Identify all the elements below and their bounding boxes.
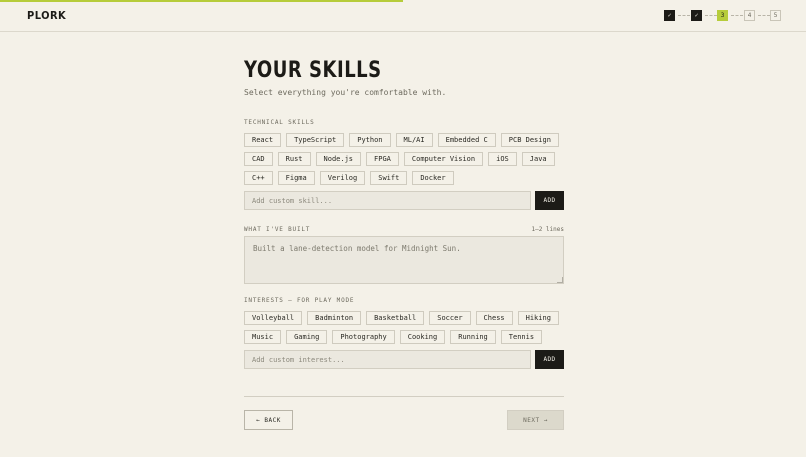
interests-chips: Volleyball Badminton Basketball Soccer Chess…: [244, 311, 574, 344]
interest-chip[interactable]: Photography: [332, 330, 395, 344]
interest-chip[interactable]: Tennis: [500, 330, 543, 344]
custom-skill-row: ADD: [244, 191, 564, 210]
technical-skills-chips: React TypeScript Python ML/AI Embedded C PCB …: [244, 133, 574, 185]
interest-chip[interactable]: Badminton: [307, 311, 362, 325]
skill-chip[interactable]: Rust: [277, 152, 311, 166]
skill-chip[interactable]: TypeScript: [286, 133, 345, 147]
skill-chip[interactable]: Verilog: [319, 171, 366, 185]
custom-interest-row: ADD: [244, 350, 564, 369]
next-button[interactable]: NEXT →: [507, 410, 564, 430]
interest-chip[interactable]: Volleyball: [244, 311, 303, 325]
step-separator: [758, 15, 770, 16]
skill-chip[interactable]: Docker: [412, 171, 454, 185]
skill-chip[interactable]: Embedded C: [437, 133, 496, 147]
app-logo: PLORK: [27, 9, 67, 22]
interest-chip[interactable]: Chess: [475, 311, 513, 325]
step-separator: [678, 15, 690, 16]
interest-chip[interactable]: Running: [450, 330, 496, 344]
step-5[interactable]: 5: [770, 10, 781, 21]
custom-skill-input[interactable]: [244, 191, 531, 210]
top-bar: PLORK ✓ ✓ 3 4 5: [0, 0, 806, 32]
built-hint: 1–2 lines: [531, 226, 564, 233]
skill-chip[interactable]: PCB Design: [500, 133, 559, 147]
interest-chip[interactable]: Hiking: [517, 311, 559, 325]
skill-chip[interactable]: C++: [244, 171, 273, 185]
back-button[interactable]: ← BACK: [244, 410, 293, 430]
technical-skills-label: TECHNICAL SKILLS: [244, 119, 315, 126]
step-separator: [731, 15, 743, 16]
skill-chip[interactable]: Node.js: [315, 152, 362, 166]
step-2[interactable]: ✓: [691, 10, 702, 21]
step-4[interactable]: 4: [744, 10, 755, 21]
interest-chip[interactable]: Music: [244, 330, 282, 344]
skill-chip[interactable]: iOS: [488, 152, 517, 166]
interests-label: INTERESTS — for Play Mode: [244, 297, 355, 304]
skill-chip[interactable]: Java: [521, 152, 555, 166]
divider: [244, 396, 564, 397]
interest-chip[interactable]: Gaming: [286, 330, 328, 344]
step-separator: [705, 15, 717, 16]
skill-chip[interactable]: Python: [349, 133, 391, 147]
resize-handle-icon[interactable]: [557, 277, 563, 283]
custom-interest-input[interactable]: [244, 350, 531, 369]
skill-chip[interactable]: FPGA: [366, 152, 399, 166]
skill-chip[interactable]: Swift: [370, 171, 408, 185]
skill-chip[interactable]: Figma: [277, 171, 315, 185]
skill-chip[interactable]: Computer Vision: [403, 152, 484, 166]
interest-chip[interactable]: Basketball: [366, 311, 425, 325]
page-title: YOUR SKILLS: [244, 58, 382, 83]
add-skill-button[interactable]: ADD: [535, 191, 564, 210]
built-textarea[interactable]: [244, 236, 564, 284]
page-subtitle: Select everything you're comfortable wit…: [244, 88, 447, 97]
interest-chip[interactable]: Cooking: [399, 330, 446, 344]
built-label: WHAT I'VE BUILT: [244, 226, 311, 233]
skill-chip[interactable]: ML/AI: [395, 133, 433, 147]
skill-chip[interactable]: CAD: [244, 152, 273, 166]
add-interest-button[interactable]: ADD: [535, 350, 564, 369]
skill-chip[interactable]: React: [244, 133, 282, 147]
step-1[interactable]: ✓: [664, 10, 675, 21]
interest-chip[interactable]: Soccer: [429, 311, 471, 325]
step-3[interactable]: 3: [717, 10, 728, 21]
